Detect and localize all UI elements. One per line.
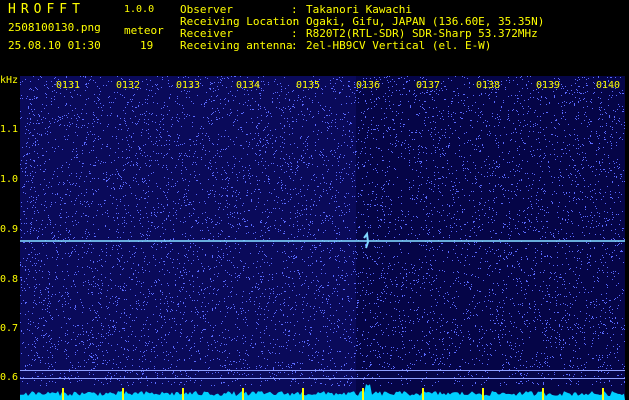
x-tick-label: 0134: [236, 80, 261, 91]
x-tick-label: 0138: [476, 80, 501, 91]
x-tick-label: 0136: [356, 80, 381, 91]
minute-tick: [182, 388, 184, 400]
x-tick-label: 0132: [116, 80, 141, 91]
minute-tick: [242, 388, 244, 400]
datetime: 25.08.10 01:30: [8, 39, 101, 52]
x-tick-label: 0131: [56, 80, 81, 91]
meteor-label: meteor: [124, 24, 164, 37]
y-tick-label: 0.6: [0, 372, 19, 383]
background-shade: [356, 76, 625, 400]
meteor-count: 19: [140, 39, 154, 52]
minute-tick: [362, 388, 364, 400]
y-tick-label: 0.8: [0, 274, 19, 285]
app-version: 1.0.0: [124, 4, 155, 15]
x-tick-label: 0133: [176, 80, 201, 91]
filename: 2508100130.png: [8, 21, 101, 34]
x-tick-label: 0139: [536, 80, 561, 91]
y-tick-label: 0.9: [0, 224, 19, 235]
app-title: HROFFT: [8, 2, 85, 17]
y-tick-label: 0.7: [0, 323, 19, 334]
info-key: Receiving antenna: [180, 39, 293, 52]
minute-tick: [62, 388, 64, 400]
minute-tick: [542, 388, 544, 400]
x-tick-label: 0135: [296, 80, 321, 91]
carrier-line: [20, 240, 625, 242]
reference-line: [20, 378, 625, 379]
info-sep: :: [291, 39, 298, 52]
minute-tick: [122, 388, 124, 400]
y-tick-label: 1.0: [0, 174, 19, 185]
header: HROFFT 1.0.0 2508100130.png meteor 25.08…: [0, 0, 629, 76]
axis-unit-label: kHz: [0, 75, 19, 86]
minute-tick: [302, 388, 304, 400]
spectrogram-canvas: [20, 76, 625, 400]
minute-tick: [602, 388, 604, 400]
reference-line: [20, 370, 625, 371]
x-tick-label: 0140: [596, 80, 621, 91]
info-value: 2el-HB9CV Vertical (el. E-W): [306, 39, 492, 52]
spectrogram: [20, 76, 625, 400]
minute-tick: [482, 388, 484, 400]
x-tick-label: 0137: [416, 80, 441, 91]
minute-tick: [422, 388, 424, 400]
y-tick-label: 1.1: [0, 124, 19, 135]
